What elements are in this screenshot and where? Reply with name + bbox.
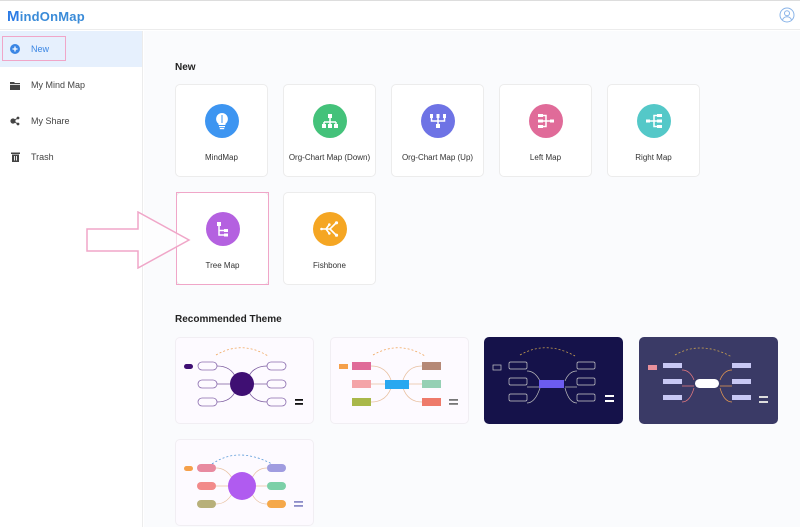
theme-preview-slate xyxy=(648,347,768,403)
theme-preview-dark-navy xyxy=(492,347,614,404)
template-fishbone[interactable]: Fishbone xyxy=(283,192,376,285)
sidebar-item-new[interactable]: New xyxy=(0,31,142,67)
sidebar-item-label: My Mind Map xyxy=(31,80,86,90)
pointer-arrow xyxy=(86,211,191,269)
fishbone-icon xyxy=(312,212,347,246)
sidebar: New My Mind Map My Share Trash xyxy=(0,31,143,527)
sidebar-item-trash[interactable]: Trash xyxy=(0,139,142,175)
sidebar-item-label: My Share xyxy=(31,116,70,126)
theme-card[interactable] xyxy=(175,439,314,526)
template-right-map[interactable]: Right Map xyxy=(607,84,700,177)
folder-icon xyxy=(10,80,20,90)
right-map-icon xyxy=(636,104,671,138)
theme-card[interactable] xyxy=(484,337,623,424)
left-map-icon xyxy=(528,104,563,138)
template-org-chart-down[interactable]: Org-Chart Map (Down) xyxy=(283,84,376,177)
template-label: Fishbone xyxy=(313,261,346,270)
trash-icon xyxy=(10,152,20,162)
theme-card[interactable] xyxy=(639,337,778,424)
theme-preview-purple xyxy=(184,347,303,407)
template-label: MindMap xyxy=(205,153,238,162)
template-label: Org-Chart Map (Up) xyxy=(401,153,474,162)
sidebar-item-my-share[interactable]: My Share xyxy=(0,103,142,139)
highlight-box xyxy=(2,36,66,61)
theme-card[interactable] xyxy=(330,337,469,424)
sidebar-item-label: Trash xyxy=(31,152,54,162)
user-circle-icon[interactable] xyxy=(779,7,795,23)
share-icon xyxy=(10,116,20,126)
template-label: Right Map xyxy=(635,153,672,162)
main-content: New MindMap Org-Chart Map (Down) Org-Cha… xyxy=(144,31,800,527)
template-org-chart-up[interactable]: Org-Chart Map (Up) xyxy=(391,84,484,177)
template-label: Org-Chart Map (Down) xyxy=(288,153,371,162)
app-logo[interactable]: MindOnMap xyxy=(7,8,85,25)
sidebar-item-my-mind-map[interactable]: My Mind Map xyxy=(0,67,142,103)
template-left-map[interactable]: Left Map xyxy=(499,84,592,177)
section-title-new: New xyxy=(175,62,196,73)
section-title-recommended-theme: Recommended Theme xyxy=(175,314,282,325)
org-chart-down-icon xyxy=(312,104,347,138)
template-label: Left Map xyxy=(529,153,562,162)
org-chart-up-icon xyxy=(420,104,455,138)
top-bar: MindOnMap xyxy=(0,0,800,30)
theme-preview-colorful xyxy=(339,347,458,406)
lightbulb-icon xyxy=(204,104,239,138)
template-mindmap[interactable]: MindMap xyxy=(175,84,268,177)
theme-card[interactable] xyxy=(175,337,314,424)
theme-preview-pastel xyxy=(184,454,303,508)
